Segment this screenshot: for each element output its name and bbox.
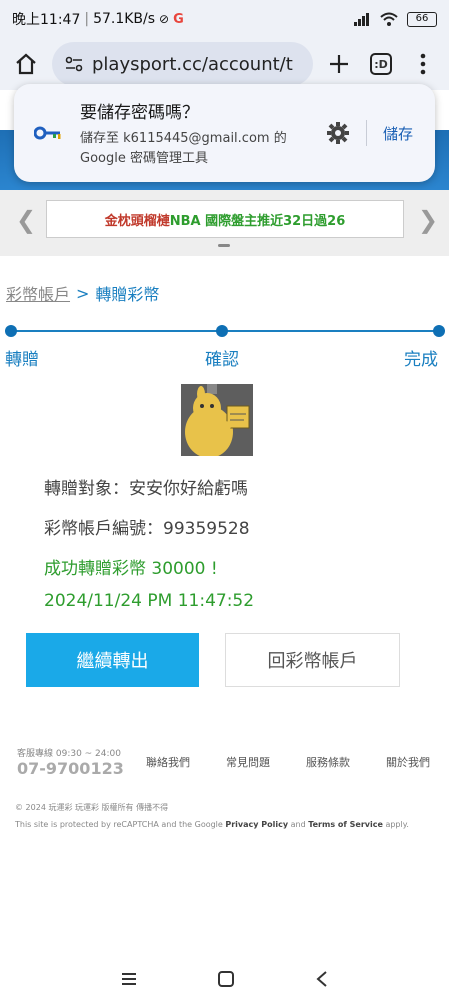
terms-of-service-link[interactable]: Terms of Service — [308, 820, 383, 829]
footer-link-terms[interactable]: 服務條款 — [306, 754, 350, 770]
address-bar[interactable]: playsport.cc/account/t — [52, 42, 313, 86]
network-speed: 57.1KB/s — [93, 11, 156, 27]
key-icon — [28, 125, 68, 141]
browser-toolbar: playsport.cc/account/t :D — [0, 38, 449, 90]
url-text: playsport.cc/account/t — [92, 53, 293, 75]
signal-icon — [354, 13, 369, 26]
banner-text-red: 金枕頭榴槤 — [104, 213, 170, 229]
popup-title: 要儲存密碼嗎？ — [80, 102, 199, 123]
breadcrumb: 彩幣帳戶 > 轉贈彩幣 — [6, 281, 159, 305]
system-nav-bar — [0, 958, 449, 1000]
banner-pager — [218, 244, 230, 247]
breadcrumb-separator: > — [76, 283, 90, 303]
breadcrumb-current: 轉贈彩幣 — [95, 285, 160, 304]
banner-next-icon[interactable]: ❯ — [418, 206, 438, 234]
notification-icon: ⊘ — [159, 12, 170, 26]
status-bar: 晚上11:47 | 57.1KB/s ⊘ G 66 — [0, 0, 449, 38]
back-nav-icon[interactable] — [315, 970, 329, 988]
save-password-popup: 要儲存密碼嗎？ 儲存至 k6115445@gmail.com 的 Google … — [14, 84, 435, 182]
home-icon — [16, 53, 36, 75]
privacy-policy-link[interactable]: Privacy Policy — [225, 820, 288, 829]
service-hours: 客服專線 09:30 ~ 24:00 — [17, 749, 121, 759]
back-to-account-button[interactable]: 回彩幣帳戶 — [225, 633, 400, 687]
copyright: © 2024 玩運彩 玩運彩 版權所有 傳播不得 — [15, 803, 169, 812]
gear-icon — [326, 122, 349, 144]
more-vert-icon — [420, 53, 426, 75]
home-nav-icon[interactable] — [217, 970, 235, 988]
breadcrumb-parent[interactable]: 彩幣帳戶 — [6, 281, 70, 305]
step-label-2: 確認 — [205, 350, 239, 370]
popup-line2: Google 密碼管理工具 — [80, 150, 208, 166]
popup-line1: 儲存至 k6115445@gmail.com 的 — [80, 130, 287, 146]
banner-link[interactable]: 金枕頭榴槤 NBA 國際盤主推近32日過26 — [46, 200, 404, 238]
recipient-avatar — [181, 384, 253, 456]
banner-prev-icon[interactable]: ❮ — [16, 206, 36, 234]
status-time: 晚上11:47 — [12, 12, 81, 28]
tabs-button[interactable]: :D — [365, 48, 397, 80]
step-dot-3 — [433, 325, 445, 337]
step-dot-1 — [5, 325, 17, 337]
tabs-count: :D — [370, 53, 392, 75]
gear-button[interactable] — [318, 121, 358, 145]
step-label-1: 轉贈 — [5, 350, 39, 370]
service-phone: 07-9700123 — [17, 759, 124, 778]
footer-link-about[interactable]: 關於我們 — [386, 754, 430, 770]
step-label-3: 完成 — [404, 350, 438, 370]
footer-link-faq[interactable]: 常見問題 — [226, 754, 270, 770]
google-icon: G — [173, 11, 184, 27]
popup-divider — [365, 120, 367, 146]
recipient-account: 彩幣帳戶編號：99359528 — [44, 519, 250, 539]
wifi-icon — [380, 12, 398, 26]
plus-icon — [330, 55, 348, 73]
success-message: 成功轉贈彩幣 30000 ! — [44, 559, 218, 579]
step-dot-2 — [216, 325, 228, 337]
home-button[interactable] — [10, 48, 42, 80]
continue-transfer-button[interactable]: 繼續轉出 — [26, 633, 199, 687]
recipient-name: 轉贈對象：安安你好給虧嗎 — [44, 479, 248, 499]
new-tab-button[interactable] — [323, 48, 355, 80]
menu-button[interactable] — [407, 48, 439, 80]
transfer-timestamp: 2024/11/24 PM 11:47:52 — [44, 591, 255, 611]
site-settings-icon — [65, 56, 83, 72]
battery-icon: 66 — [407, 11, 437, 27]
banner-text-green: NBA 國際盤主推近32日過26 — [169, 213, 346, 229]
footer-link-contact[interactable]: 聯絡我們 — [146, 754, 190, 770]
recent-apps-icon[interactable] — [120, 971, 138, 987]
promo-banner: ❮ 金枕頭榴槤 NBA 國際盤主推近32日過26 ❯ — [0, 190, 449, 256]
save-password-button[interactable]: 儲存 — [383, 123, 413, 144]
recaptcha-notice: This site is protected by reCAPTCHA and … — [15, 820, 409, 829]
